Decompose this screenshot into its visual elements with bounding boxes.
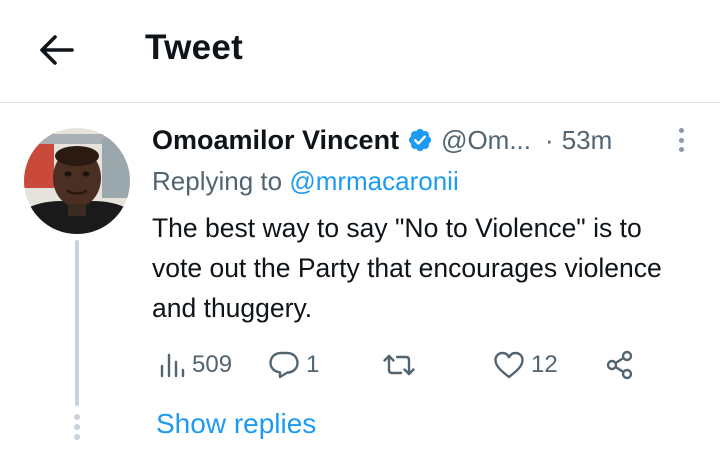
replying-to-line: Replying to @mrmacaronii <box>152 166 459 197</box>
author-display-name[interactable]: Omoamilor Vincent <box>152 125 399 156</box>
back-button[interactable] <box>34 30 78 70</box>
top-bar: Tweet <box>0 0 720 103</box>
page-title: Tweet <box>145 28 244 67</box>
tweet-text: The best way to say "No to Violence" is … <box>152 213 662 323</box>
more-options-icon[interactable] <box>672 126 690 154</box>
show-replies-link[interactable]: Show replies <box>156 408 316 440</box>
like-count: 12 <box>531 351 558 378</box>
reply-count: 1 <box>306 351 320 378</box>
replying-to-label: Replying to <box>152 166 290 196</box>
share-icon <box>606 350 633 380</box>
like-button[interactable]: 12 <box>493 346 558 384</box>
reply-button[interactable]: 1 <box>268 346 319 384</box>
retweet-button[interactable] <box>382 346 422 384</box>
share-button[interactable] <box>604 346 636 384</box>
retweet-icon <box>383 354 415 376</box>
separator-dot: · <box>545 124 554 155</box>
avatar[interactable] <box>24 128 130 234</box>
reply-icon <box>269 351 299 379</box>
tweet-timestamp[interactable]: 53m <box>562 125 613 156</box>
views-icon <box>160 353 185 378</box>
verified-badge-icon <box>407 127 433 153</box>
tweet-author-row: Omoamilor Vincent @Om... · 53m <box>152 122 712 158</box>
like-icon <box>494 351 524 379</box>
back-arrow-icon <box>40 35 74 65</box>
views-button[interactable]: 509 <box>158 346 232 384</box>
thread-line <box>75 240 79 406</box>
views-count: 509 <box>192 351 233 378</box>
thread-continuation-dots <box>74 414 80 440</box>
author-handle[interactable]: @Om... <box>441 125 531 156</box>
replying-to-mention[interactable]: @mrmacaronii <box>289 166 458 196</box>
